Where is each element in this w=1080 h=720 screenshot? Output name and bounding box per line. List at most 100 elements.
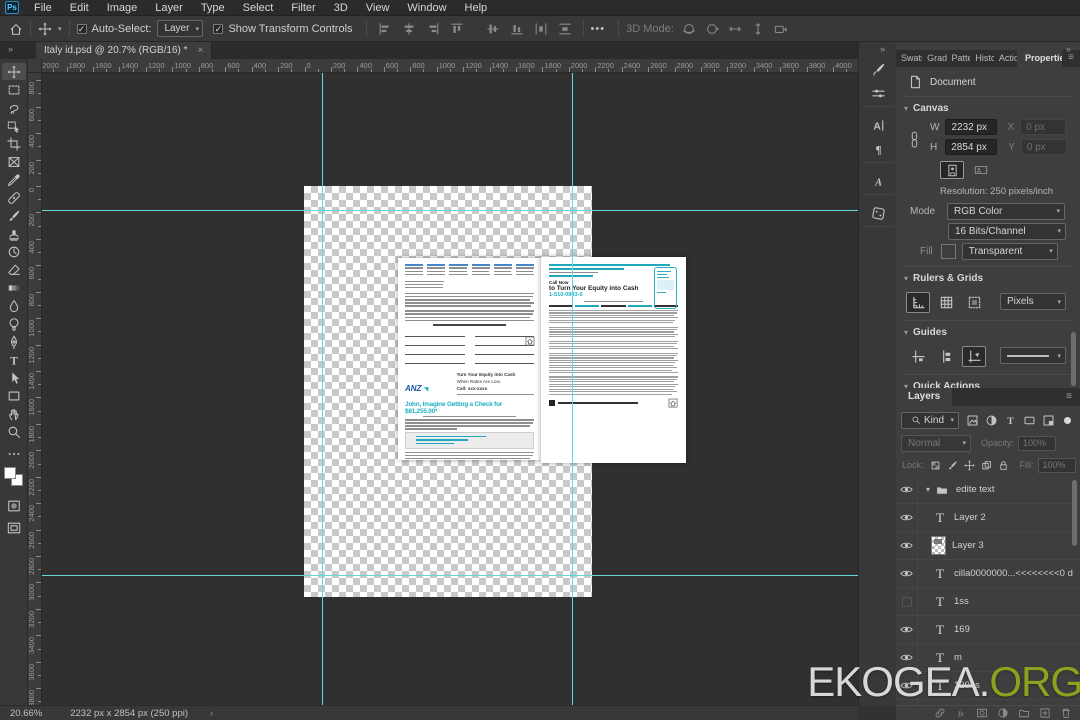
hand-tool[interactable] xyxy=(2,405,26,422)
layer-name[interactable]: Layer 2 xyxy=(954,512,986,523)
x-field[interactable]: 0 px xyxy=(1020,119,1067,135)
layer-visibility-toggle[interactable] xyxy=(896,559,918,588)
auto-select-checkbox[interactable]: ✓ xyxy=(76,23,87,34)
guide-vertical-1[interactable] xyxy=(322,73,323,705)
crop-tool[interactable] xyxy=(2,135,26,152)
blend-mode-dropdown[interactable]: Normal ▾ xyxy=(901,434,971,452)
menu-select[interactable]: Select xyxy=(234,1,283,15)
new-group-icon[interactable] xyxy=(1018,707,1030,719)
shape-layer-filter-icon[interactable] xyxy=(1023,414,1036,427)
tab-patte[interactable]: Patte xyxy=(947,50,971,67)
tool-preset-caret[interactable]: ▾ xyxy=(58,25,62,33)
menu-window[interactable]: Window xyxy=(398,1,455,15)
show-transform-checkbox[interactable]: ✓ xyxy=(213,23,224,34)
quick-mask[interactable] xyxy=(2,497,26,514)
height-field[interactable]: 2854 px xyxy=(945,139,998,155)
tab-actio[interactable]: Actio xyxy=(994,50,1017,67)
grid-button[interactable] xyxy=(934,292,958,313)
layer-filter-dropdown[interactable]: Kind ▾ xyxy=(901,411,959,429)
layers-scrollbar[interactable] xyxy=(1072,480,1077,546)
ruler-top[interactable]: 2000 1800 1600 1400 1200 1000 800 600 400 200 0 200… xyxy=(42,59,858,73)
paragraph-panel-icon[interactable]: ¶ xyxy=(866,138,890,160)
distribute-v-icon[interactable] xyxy=(558,22,572,36)
layers-menu-icon[interactable]: ≡ xyxy=(1060,389,1078,402)
align-center-h-icon[interactable] xyxy=(402,22,416,36)
layer-visibility-toggle[interactable] xyxy=(896,475,918,504)
auto-select-dropdown[interactable]: Layer ▾ xyxy=(157,20,204,37)
zoom-tool[interactable] xyxy=(2,423,26,440)
letter-page-front[interactable]: ANZ ◥ Turn Your Equity into Cash When Ra… xyxy=(398,258,541,460)
object-selection-tool[interactable] xyxy=(2,117,26,134)
lock-position-icon[interactable] xyxy=(963,459,975,471)
toolbar-collapse-icon[interactable]: » xyxy=(8,44,13,54)
layer-row-3[interactable]: Tcilla0000000...<<<<<<<<0 d xyxy=(896,559,1080,588)
menu-type[interactable]: Type xyxy=(192,1,234,15)
home-icon[interactable] xyxy=(9,22,23,36)
depth-dropdown[interactable]: 16 Bits/Channel ▾ xyxy=(948,222,1066,240)
type-tool[interactable]: T xyxy=(2,351,26,368)
menu-layer[interactable]: Layer xyxy=(146,1,192,15)
menu-view[interactable]: View xyxy=(357,1,399,15)
layer-name[interactable]: edite text xyxy=(956,484,995,495)
guides-button[interactable] xyxy=(906,346,930,367)
smart-guides-button[interactable] xyxy=(934,346,958,367)
layer-name[interactable]: 169 xyxy=(954,624,970,635)
lock-transparency-icon[interactable] xyxy=(930,460,941,471)
align-right-icon[interactable] xyxy=(426,22,440,36)
menu-filter[interactable]: Filter xyxy=(282,1,324,15)
pixel-grid-button[interactable] xyxy=(962,292,986,313)
brushes-panel-icon[interactable] xyxy=(866,82,890,104)
layer-row-4[interactable]: T 1ss xyxy=(896,587,1080,616)
move-tool[interactable] xyxy=(2,63,26,80)
layer-row-5[interactable]: T 169 xyxy=(896,615,1080,644)
layer-fill-field[interactable]: 100% xyxy=(1037,457,1076,473)
camera-3d-icon[interactable] xyxy=(774,22,788,36)
layer-style-icon[interactable]: fx xyxy=(955,707,967,719)
letter-page-back[interactable]: Call Now to Turn Your Equity into Cash 1… xyxy=(541,257,686,463)
edit-toolbar-button[interactable] xyxy=(2,445,26,462)
character-panel-icon[interactable]: A xyxy=(866,114,890,136)
tab-histo[interactable]: Histo xyxy=(970,50,993,67)
layer-row-1[interactable]: T Layer 2 xyxy=(896,503,1080,532)
zoom-level-field[interactable]: 20.66% xyxy=(10,708,42,719)
layer-row-group[interactable]: ▾ edite text xyxy=(896,475,1080,504)
pan-3d-icon[interactable] xyxy=(728,22,742,36)
canvas-section-header[interactable]: Canvas xyxy=(913,103,949,114)
eyedropper-tool[interactable] xyxy=(2,171,26,188)
menu-file[interactable]: File xyxy=(25,1,61,15)
dock-collapse-icon[interactable]: » xyxy=(880,44,885,54)
ruler-button[interactable] xyxy=(906,291,930,313)
new-adjustment-icon[interactable] xyxy=(997,707,1009,719)
lock-all-icon[interactable] xyxy=(998,460,1009,471)
guide-horizontal-2[interactable] xyxy=(42,575,858,576)
pen-tool[interactable] xyxy=(2,333,26,350)
rulers-grids-header[interactable]: Rulers & Grids xyxy=(913,273,983,284)
frame-tool[interactable] xyxy=(2,153,26,170)
menu-help[interactable]: Help xyxy=(456,1,497,15)
align-left-icon[interactable] xyxy=(378,22,392,36)
layer-visibility-toggle[interactable] xyxy=(896,615,918,644)
brush-settings-icon[interactable] xyxy=(866,58,890,80)
mode-dropdown[interactable]: RGB Color ▾ xyxy=(947,202,1066,220)
brush-tool[interactable] xyxy=(2,207,26,224)
menu-edit[interactable]: Edit xyxy=(61,1,98,15)
distribute-h-icon[interactable] xyxy=(534,22,548,36)
glyphs-panel-icon[interactable]: A xyxy=(866,170,890,192)
y-field[interactable]: 0 px xyxy=(1020,139,1067,155)
fill-dropdown[interactable]: Transparent ▾ xyxy=(961,242,1058,260)
new-layer-icon[interactable] xyxy=(1039,707,1051,719)
foreground-background-swatches[interactable] xyxy=(4,467,24,487)
screen-mode[interactable] xyxy=(2,519,26,536)
layer-visibility-toggle[interactable] xyxy=(896,531,918,560)
roll-3d-icon[interactable] xyxy=(705,22,719,36)
fill-swatch[interactable] xyxy=(940,243,956,259)
guides-header[interactable]: Guides xyxy=(913,327,947,338)
blur-tool[interactable] xyxy=(2,297,26,314)
properties-scrollbar[interactable] xyxy=(1071,332,1076,386)
layer-name[interactable]: cilla0000000...<<<<<<<<0 d xyxy=(954,568,1073,579)
tab-swats[interactable]: Swats xyxy=(896,50,922,67)
menu-3d[interactable]: 3D xyxy=(325,1,357,15)
lock-guides-button[interactable] xyxy=(962,345,986,367)
opacity-field[interactable]: 100% xyxy=(1018,435,1057,451)
type-layer-filter-icon[interactable]: T xyxy=(1004,414,1017,427)
